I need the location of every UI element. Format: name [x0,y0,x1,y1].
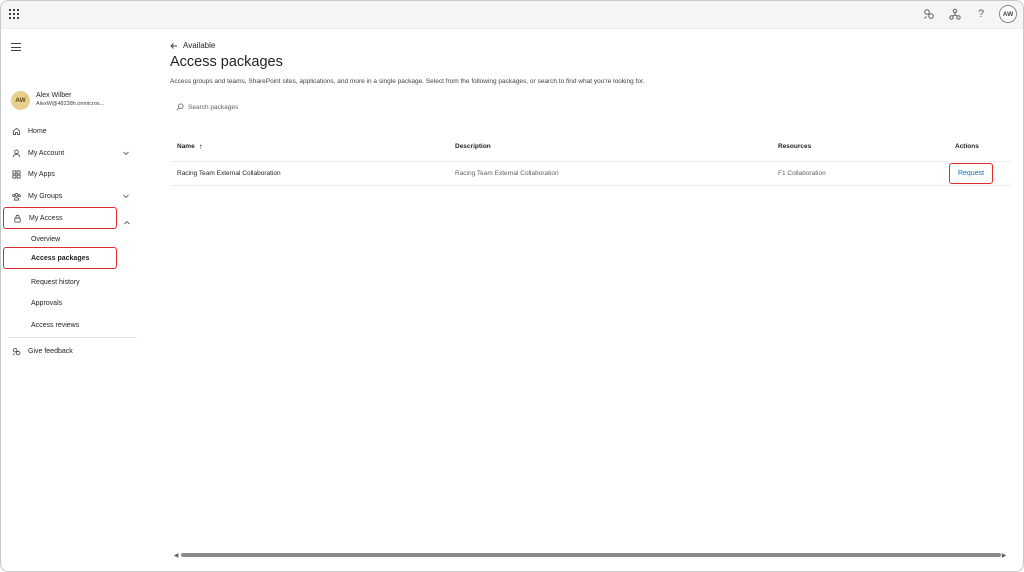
sidebar-divider [7,337,137,338]
search-placeholder: Search packages [188,103,239,111]
main-content: Available Access packages Access groups … [170,30,1015,550]
back-label: Available [183,41,216,50]
sidebar-item-my-account[interactable]: My Account [7,145,135,161]
scroll-right-icon[interactable]: ▶ [1001,551,1007,559]
sidebar-subitem-label: Access reviews [31,321,80,329]
help-icon[interactable]: ? [973,6,989,22]
apps-icon [11,169,21,179]
user-card: AW Alex Wilber AlexW@48238h.onmicros... [11,89,139,111]
user-name: Alex Wilber [36,92,72,99]
sidebar-subitem-label: Access packages [31,254,90,262]
app-window: ? AW AW Alex Wilber AlexW@48238h.onmicro… [0,0,1024,572]
chevron-down-icon[interactable] [122,192,130,200]
table-row[interactable]: Racing Team External Collaboration Racin… [170,162,1012,186]
sort-ascending-icon: ↑ [198,142,203,151]
cell-description: Racing Team External Collaboration [455,170,559,177]
profile-avatar[interactable]: AW [999,5,1017,23]
give-feedback-button[interactable]: Give feedback [7,343,135,359]
sidebar-item-label: My Access [29,214,63,222]
sidebar-item-label: My Account [28,149,65,157]
cell-resources: F1 Collaboration [778,170,826,177]
page-description: Access groups and teams, SharePoint site… [170,78,645,85]
sidebar-item-label: Give feedback [28,347,73,355]
request-button[interactable]: Request [949,163,993,184]
scroll-left-icon[interactable]: ◀ [173,551,179,559]
sidebar-item-home[interactable]: Home [7,123,135,139]
column-header-description: Description [455,143,491,150]
column-header-name[interactable]: Name ↑ [177,132,203,161]
sidebar-item-my-access[interactable]: My Access [3,207,117,229]
sidebar-subitem-label: Request history [31,278,80,286]
lock-icon [12,213,22,223]
feedback-icon [11,346,21,356]
sidebar-subitem-label: Overview [31,235,61,243]
access-packages-table: Name ↑ Description Resources Actions Rac… [170,132,1012,186]
sidebar-item-my-apps[interactable]: My Apps [7,166,135,182]
scrollbar-thumb[interactable] [181,553,1001,557]
search-icon [176,103,184,111]
groups-icon [11,191,21,201]
sidebar-subitem-request-history[interactable]: Request history [7,273,117,291]
person-icon [11,148,21,158]
hamburger-menu-icon[interactable] [11,43,21,51]
avatar: AW [11,90,30,110]
home-icon [11,126,21,136]
sidebar-item-label: My Groups [28,192,63,200]
top-bar-actions: ? AW [911,5,1017,23]
table-header: Name ↑ Description Resources Actions [170,132,1012,162]
sidebar-subitem-access-reviews[interactable]: Access reviews [7,316,117,334]
cell-name: Racing Team External Collaboration [177,170,281,177]
horizontal-scrollbar[interactable]: ◀ ▶ [171,551,1007,559]
sidebar-item-label: My Apps [28,170,55,178]
chevron-down-icon[interactable] [122,149,130,157]
app-launcher-icon[interactable] [9,9,19,19]
sidebar-subitem-access-packages[interactable]: Access packages [3,247,117,269]
column-header-resources: Resources [778,143,812,150]
organization-icon[interactable] [947,6,963,22]
search-input[interactable]: Search packages [176,101,326,113]
sidebar-subitem-overview[interactable]: Overview [7,230,117,248]
sidebar-subitem-approvals[interactable]: Approvals [7,294,117,312]
back-link[interactable]: Available [170,41,215,50]
column-header-actions: Actions [955,143,979,150]
sidebar-subitem-label: Approvals [31,299,63,307]
user-email: AlexW@48238h.onmicros... [36,101,105,107]
sidebar: AW Alex Wilber AlexW@48238h.onmicros... … [1,30,141,571]
feedback-icon[interactable] [921,6,937,22]
chevron-up-icon[interactable] [123,214,131,225]
sidebar-item-label: Home [28,127,47,135]
sidebar-item-my-groups[interactable]: My Groups [7,188,135,204]
column-label: Name [177,143,195,150]
page-title: Access packages [170,54,283,70]
arrow-left-icon [170,42,177,49]
top-bar: ? AW [1,1,1023,29]
